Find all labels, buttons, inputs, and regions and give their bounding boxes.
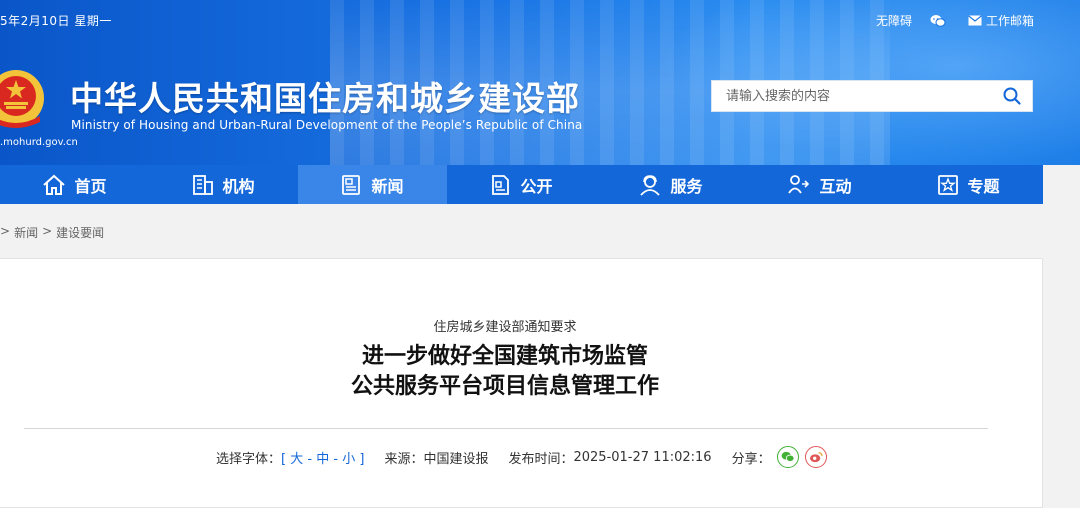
nav-item-special[interactable]: 专题 — [894, 165, 1043, 204]
font-size-large[interactable]: 大 — [290, 452, 303, 467]
breadcrumb-news[interactable]: 新闻 — [14, 224, 38, 241]
source-label: 来源： — [384, 451, 424, 467]
article-title: 进一步做好全国建筑市场监管 公共服务平台项目信息管理工作 — [0, 342, 1010, 402]
font-size-medium[interactable]: 中 — [316, 452, 329, 467]
document-icon — [492, 174, 510, 195]
nav-item-interaction[interactable]: 互动 — [745, 165, 894, 204]
star-icon — [938, 174, 959, 195]
share-wechat-button[interactable] — [776, 446, 799, 468]
article-title-line-1: 进一步做好全国建筑市场监管 — [361, 344, 648, 369]
article-title-line-2: 公共服务平台项目信息管理工作 — [350, 374, 659, 399]
nav-item-organization[interactable]: 机构 — [149, 165, 298, 204]
weibo-icon — [809, 452, 823, 463]
search-icon — [1003, 87, 1021, 105]
wechat-icon — [781, 451, 795, 462]
share-label: 分享： — [731, 451, 771, 467]
home-icon — [43, 174, 66, 195]
current-date: 5年2月10日 星期一 — [0, 14, 112, 28]
search-button[interactable] — [992, 81, 1032, 111]
nav-item-news[interactable]: 新闻 — [298, 165, 447, 204]
search-input[interactable] — [712, 82, 992, 110]
site-domain: .mohurd.gov.cn — [0, 137, 78, 148]
title-divider — [24, 428, 988, 429]
nav-item-service[interactable]: 服务 — [596, 165, 745, 204]
breadcrumb: > 新闻 > 建设要闻 — [0, 224, 105, 241]
wechat-link[interactable] — [930, 14, 950, 28]
article-meta: 选择字体： [ 大 - 中 - 小 ] 来源： 中国建设报 发布时间： 2025… — [216, 446, 827, 468]
building-icon — [193, 174, 214, 195]
site-title: 中华人民共和国住房和城乡建设部 — [70, 79, 580, 118]
source-value: 中国建设报 — [423, 451, 489, 467]
font-size-label: 选择字体： — [216, 451, 282, 467]
breadcrumb-construction-news[interactable]: 建设要闻 — [56, 224, 104, 241]
nav-item-public[interactable]: 公开 — [447, 165, 596, 204]
work-email-link[interactable]: 工作邮箱 — [968, 12, 1034, 29]
font-size-small[interactable]: 小 — [342, 452, 355, 467]
interaction-icon — [788, 174, 810, 194]
site-header: 5年2月10日 星期一 无障碍 工作邮箱 中华人民共和国住房和城乡建设部 Min… — [0, 0, 1080, 165]
wechat-icon — [930, 14, 946, 27]
search-box — [711, 80, 1033, 112]
accessibility-link[interactable]: 无障碍 — [876, 12, 912, 29]
publish-time-label: 发布时间： — [508, 451, 574, 467]
service-icon — [640, 174, 661, 196]
national-emblem-icon — [0, 70, 44, 128]
article-kicker: 住房城乡建设部通知要求 — [433, 320, 577, 335]
main-nav: 首页 机构 新闻 公开 服务 互动 专题 — [0, 165, 1043, 204]
mail-icon — [968, 15, 982, 26]
font-size-options: [ 大 - 中 - 小 ] — [281, 451, 365, 467]
publish-time-value: 2025-01-27 11:02:16 — [573, 449, 712, 465]
share-weibo-button[interactable] — [804, 446, 827, 468]
nav-item-home[interactable]: 首页 — [0, 165, 149, 204]
top-links: 无障碍 工作邮箱 — [858, 12, 1034, 29]
site-subtitle-english: Ministry of Housing and Urban-Rural Deve… — [71, 118, 583, 132]
newspaper-icon — [342, 174, 361, 195]
